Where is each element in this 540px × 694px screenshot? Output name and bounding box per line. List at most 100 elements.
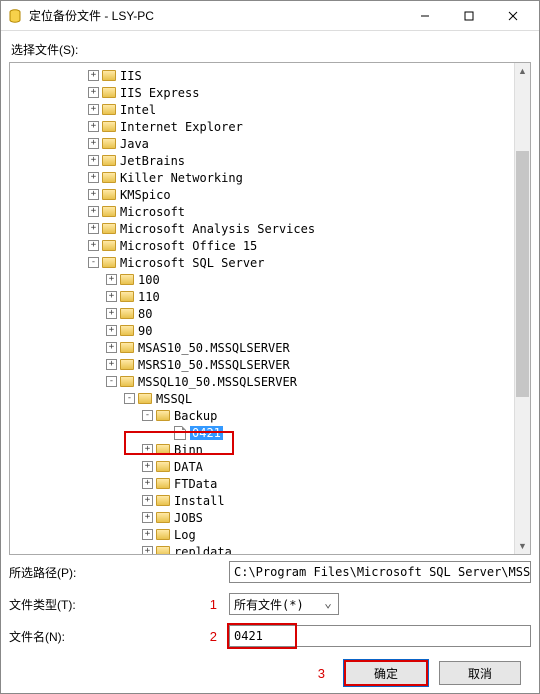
- collapse-icon[interactable]: -: [88, 257, 99, 268]
- maximize-button[interactable]: [447, 2, 491, 30]
- tree-node-label: Java: [120, 137, 149, 151]
- folder-icon: [120, 291, 134, 302]
- tree-node[interactable]: +Microsoft Office 15: [10, 237, 514, 254]
- tree-node[interactable]: +100: [10, 271, 514, 288]
- folder-icon: [102, 172, 116, 183]
- expand-icon[interactable]: +: [142, 529, 153, 540]
- tree-node[interactable]: -Backup: [10, 407, 514, 424]
- folder-icon: [156, 546, 170, 554]
- tree-node-label: repldata: [174, 545, 232, 555]
- expand-icon[interactable]: +: [106, 325, 117, 336]
- file-tree[interactable]: +IIS+IIS Express+Intel+Internet Explorer…: [10, 63, 514, 554]
- file-type-select[interactable]: 所有文件(*): [229, 593, 339, 615]
- tree-node[interactable]: + DATA: [10, 458, 514, 475]
- expand-icon[interactable]: +: [142, 478, 153, 489]
- tree-node[interactable]: +Microsoft: [10, 203, 514, 220]
- annotation-2: 2: [109, 629, 229, 644]
- tree-node-label: Install: [174, 494, 225, 508]
- ok-button[interactable]: 确定: [345, 661, 427, 685]
- tree-node[interactable]: +IIS: [10, 67, 514, 84]
- expand-icon[interactable]: +: [88, 70, 99, 81]
- tree-node[interactable]: +Intel: [10, 101, 514, 118]
- tree-node[interactable]: +MSRS10_50.MSSQLSERVER: [10, 356, 514, 373]
- folder-icon: [102, 189, 116, 200]
- file-name-value: 0421: [234, 629, 263, 643]
- tree-node-label: MSSQL10_50.MSSQLSERVER: [138, 375, 297, 389]
- scrollbar-thumb[interactable]: [516, 151, 529, 397]
- collapse-icon[interactable]: -: [142, 410, 153, 421]
- expand-icon[interactable]: +: [88, 138, 99, 149]
- expand-icon[interactable]: +: [142, 461, 153, 472]
- folder-icon: [120, 342, 134, 353]
- expand-icon[interactable]: +: [106, 274, 117, 285]
- expand-icon[interactable]: +: [106, 359, 117, 370]
- tree-node-label: IIS Express: [120, 86, 199, 100]
- tree-node[interactable]: -MSSQL: [10, 390, 514, 407]
- expand-icon[interactable]: +: [142, 546, 153, 554]
- expand-icon[interactable]: +: [142, 512, 153, 523]
- tree-node[interactable]: +80: [10, 305, 514, 322]
- folder-icon: [102, 155, 116, 166]
- collapse-icon[interactable]: -: [106, 376, 117, 387]
- tree-node[interactable]: - MSSQL10_50.MSSQLSERVER: [10, 373, 514, 390]
- folder-icon: [156, 478, 170, 489]
- scroll-up-icon[interactable]: ▲: [515, 63, 530, 79]
- collapse-icon[interactable]: -: [124, 393, 135, 404]
- tree-node[interactable]: + Killer Networking: [10, 169, 514, 186]
- tree-node-label: 110: [138, 290, 160, 304]
- tree-node-label: Log: [174, 528, 196, 542]
- expand-icon[interactable]: +: [88, 104, 99, 115]
- tree-node[interactable]: + IIS Express: [10, 84, 514, 101]
- tree-node-label: KMSpico: [120, 188, 171, 202]
- expand-icon[interactable]: +: [88, 172, 99, 183]
- file-name-label: 文件名(N):: [9, 628, 109, 645]
- expand-icon[interactable]: +: [142, 444, 153, 455]
- tree-node[interactable]: +Binn: [10, 441, 514, 458]
- tree-node-label: DATA: [174, 460, 203, 474]
- expand-icon[interactable]: +: [106, 342, 117, 353]
- file-icon: [174, 426, 186, 440]
- tree-node-label: 0421: [190, 426, 223, 440]
- expand-icon[interactable]: +: [88, 240, 99, 251]
- folder-icon: [156, 410, 170, 421]
- expand-icon[interactable]: +: [88, 87, 99, 98]
- tree-node[interactable]: +Microsoft Analysis Services: [10, 220, 514, 237]
- tree-node[interactable]: + Log: [10, 526, 514, 543]
- tree-node[interactable]: +JetBrains: [10, 152, 514, 169]
- tree-node[interactable]: +110: [10, 288, 514, 305]
- tree-node[interactable]: -Microsoft SQL Server: [10, 254, 514, 271]
- tree-node-label: MSAS10_50.MSSQLSERVER: [138, 341, 290, 355]
- expand-icon[interactable]: +: [142, 495, 153, 506]
- folder-icon: [120, 274, 134, 285]
- tree-node[interactable]: + Install: [10, 492, 514, 509]
- tree-node-label: Killer Networking: [120, 171, 243, 185]
- tree-node[interactable]: + MSAS10_50.MSSQLSERVER: [10, 339, 514, 356]
- database-icon: [7, 8, 23, 24]
- folder-icon: [102, 70, 116, 81]
- tree-node[interactable]: +FTData: [10, 475, 514, 492]
- file-name-input[interactable]: 0421: [229, 625, 531, 647]
- expand-icon[interactable]: +: [106, 291, 117, 302]
- folder-icon: [102, 257, 116, 268]
- folder-icon: [102, 138, 116, 149]
- expand-icon[interactable]: +: [88, 155, 99, 166]
- expand-icon[interactable]: +: [88, 189, 99, 200]
- expand-icon[interactable]: +: [88, 121, 99, 132]
- tree-node[interactable]: + repldata: [10, 543, 514, 554]
- tree-node[interactable]: +90: [10, 322, 514, 339]
- path-input[interactable]: C:\Program Files\Microsoft SQL Server\MS…: [229, 561, 531, 583]
- folder-icon: [120, 308, 134, 319]
- expand-icon[interactable]: +: [88, 206, 99, 217]
- minimize-button[interactable]: [403, 2, 447, 30]
- vertical-scrollbar[interactable]: ▲ ▼: [514, 63, 530, 554]
- expand-icon[interactable]: +: [88, 223, 99, 234]
- tree-node[interactable]: +Internet Explorer: [10, 118, 514, 135]
- cancel-button[interactable]: 取消: [439, 661, 521, 685]
- expand-icon[interactable]: +: [106, 308, 117, 319]
- tree-node[interactable]: + Java: [10, 135, 514, 152]
- tree-node[interactable]: +JOBS: [10, 509, 514, 526]
- scroll-down-icon[interactable]: ▼: [515, 538, 530, 554]
- close-button[interactable]: [491, 2, 535, 30]
- tree-node[interactable]: + KMSpico: [10, 186, 514, 203]
- tree-node[interactable]: 0421: [10, 424, 514, 441]
